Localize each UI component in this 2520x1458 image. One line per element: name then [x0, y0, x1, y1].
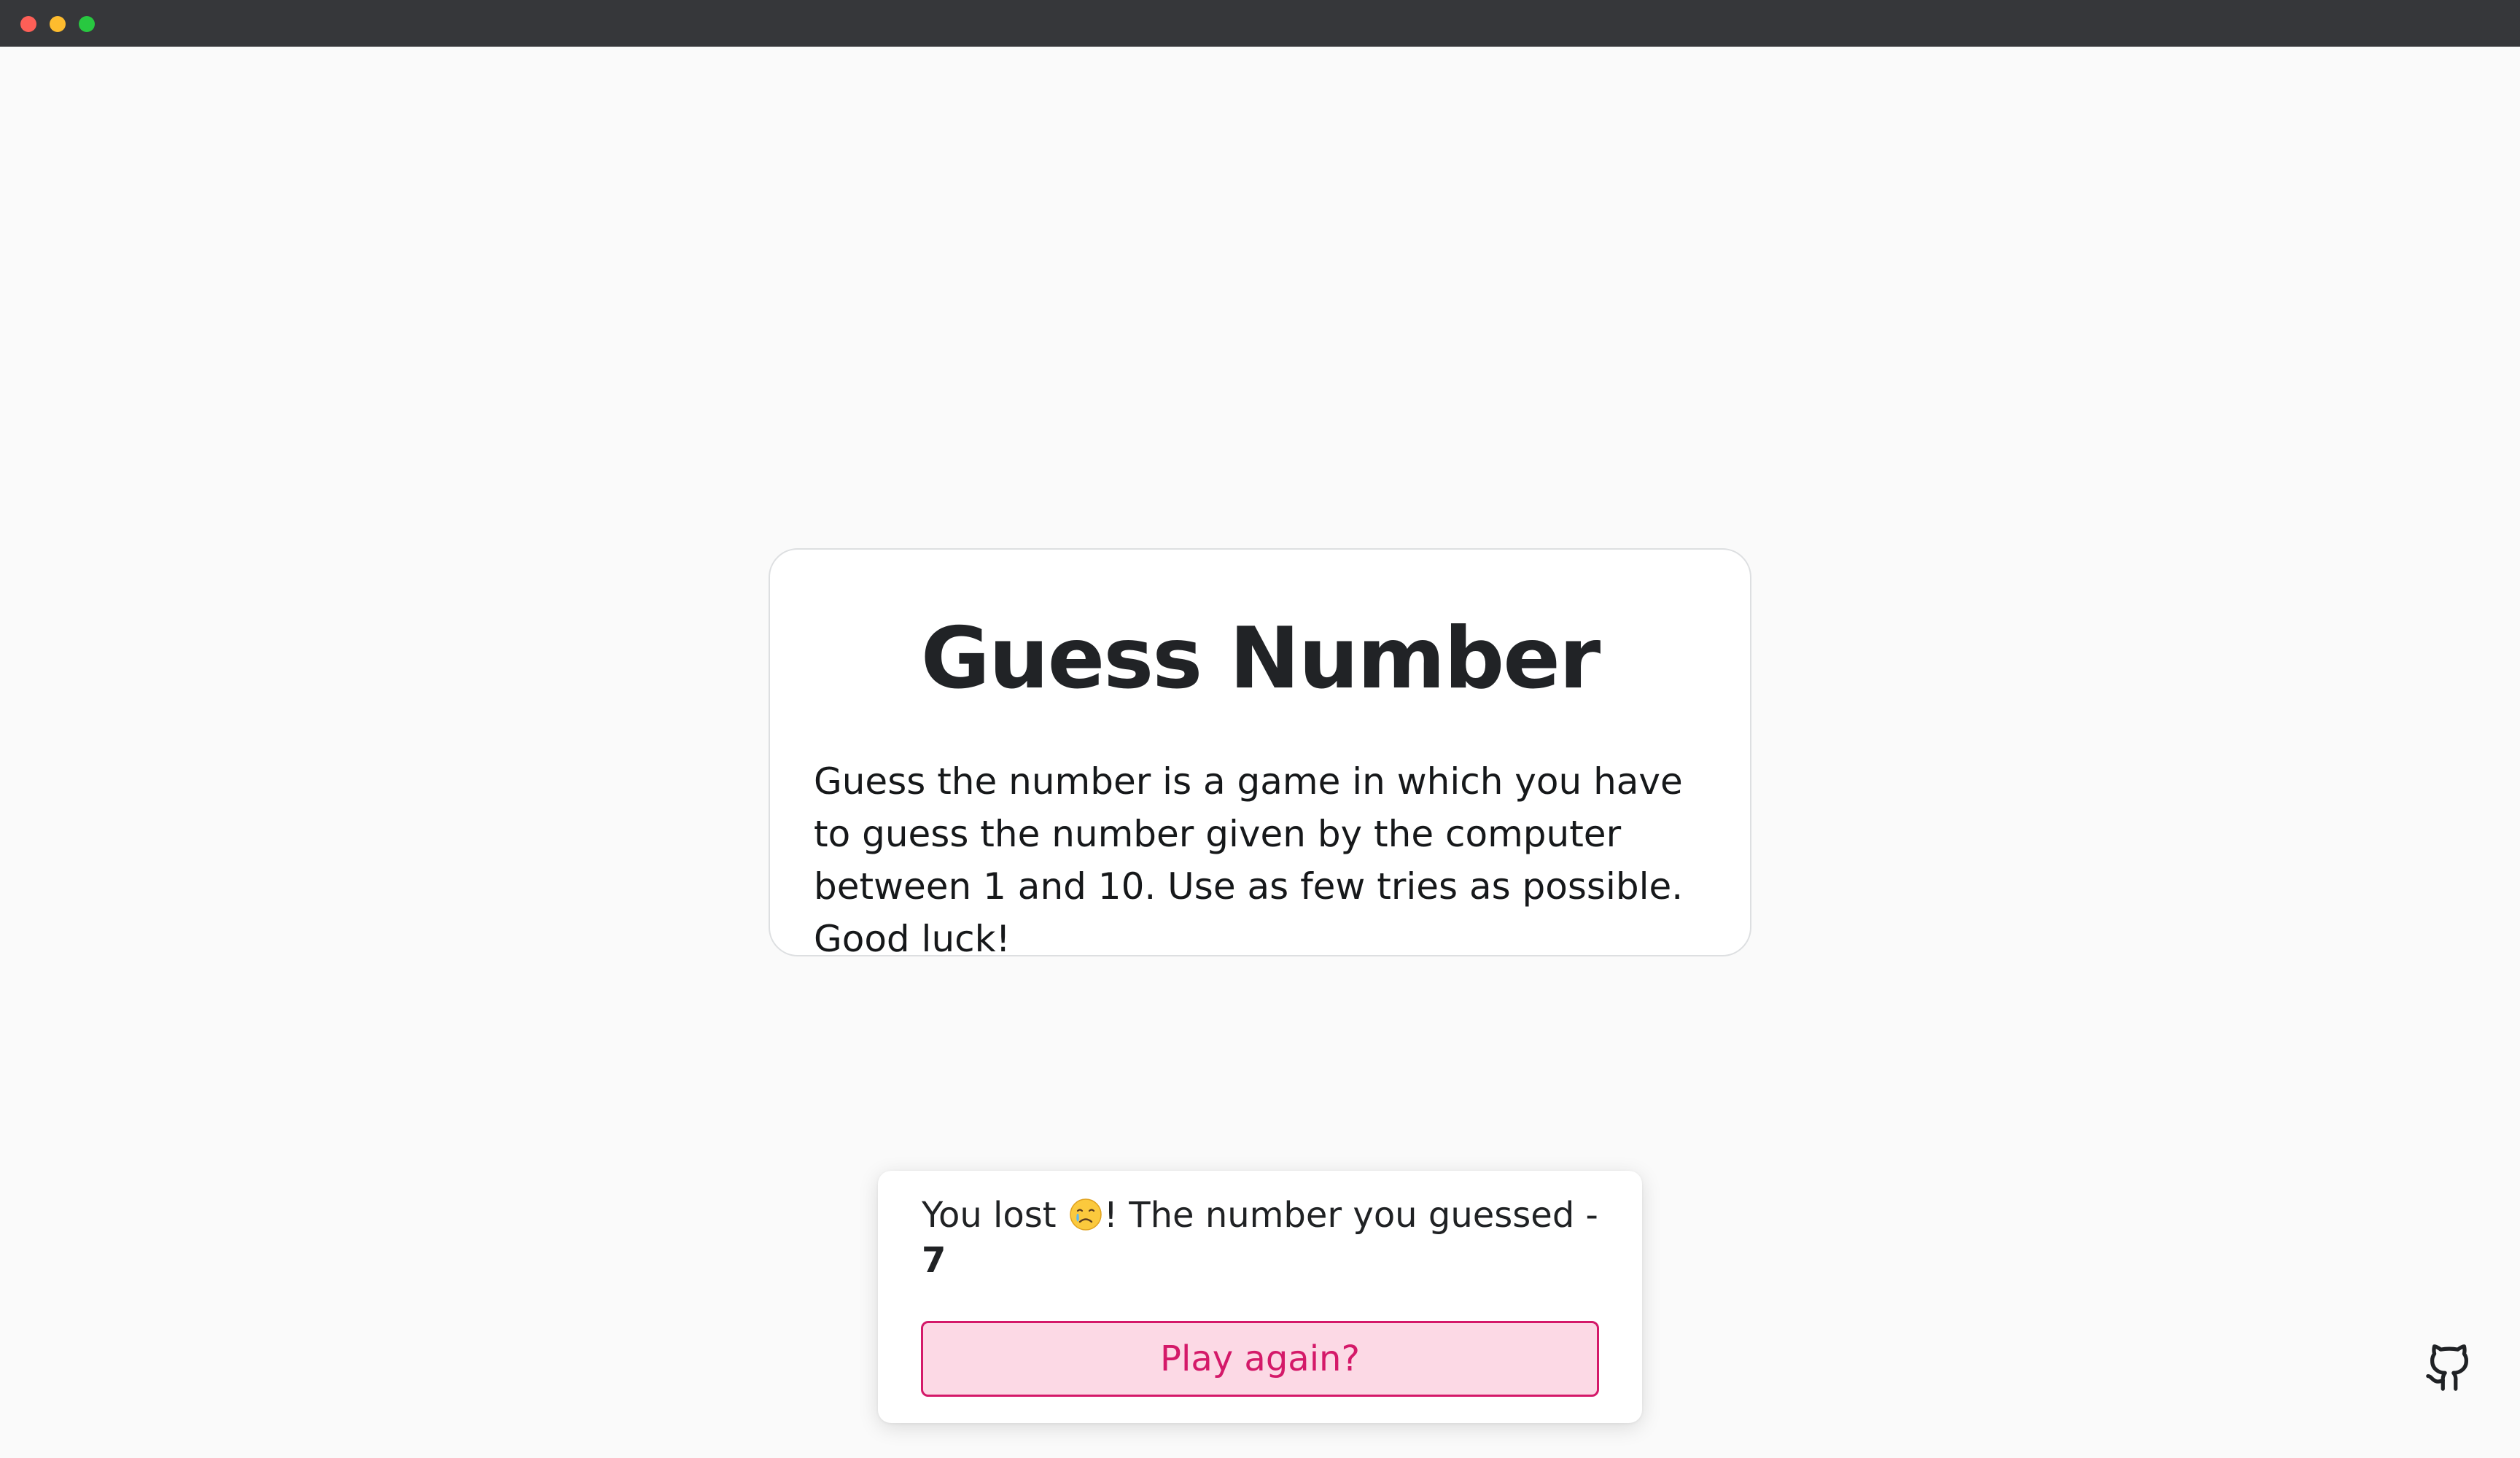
maximize-window-icon[interactable]: [79, 16, 95, 32]
result-toast: You lost ! The number you guessed - 7 Pl…: [878, 1171, 1642, 1423]
result-message: You lost ! The number you guessed - 7: [922, 1193, 1598, 1283]
guessed-number: 7: [922, 1240, 946, 1281]
window-titlebar: [0, 0, 2520, 47]
minimize-window-icon[interactable]: [50, 16, 66, 32]
game-intro-card: Guess Number Guess the number is a game …: [769, 548, 1751, 960]
play-again-button[interactable]: Play again?: [921, 1321, 1599, 1397]
crying-face-icon: [1070, 1198, 1102, 1231]
game-description: Guess the number is a game in which you …: [814, 760, 1684, 960]
close-window-icon[interactable]: [20, 16, 36, 32]
result-prefix: You lost: [922, 1195, 1068, 1236]
result-suffix: ! The number you guessed -: [1103, 1195, 1598, 1236]
page-title: Guess Number: [920, 609, 1601, 708]
github-icon[interactable]: [2424, 1341, 2475, 1394]
